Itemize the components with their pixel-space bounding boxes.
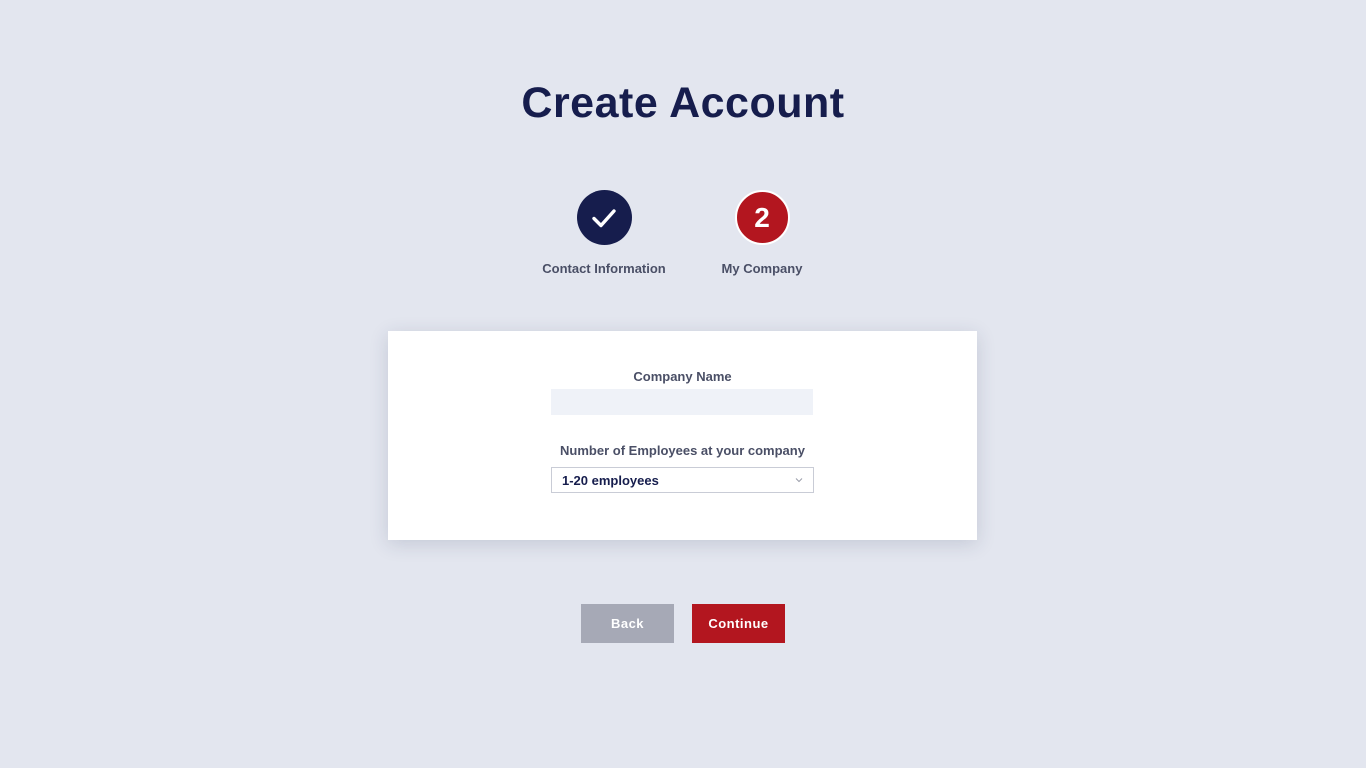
step-label: Contact Information <box>542 261 666 276</box>
step-contact-information[interactable]: Contact Information <box>524 190 684 276</box>
check-icon <box>592 208 616 227</box>
back-button[interactable]: Back <box>581 604 674 643</box>
employees-selected-value: 1-20 employees <box>562 473 659 488</box>
chevron-down-icon <box>795 478 803 483</box>
company-form-card: Company Name Number of Employees at your… <box>388 331 977 540</box>
step-number: 2 <box>754 201 770 233</box>
step-my-company[interactable]: 2 My Company <box>682 190 842 276</box>
page-title: Create Account <box>521 79 845 127</box>
employees-label: Number of Employees at your company <box>560 443 805 458</box>
step-label: My Company <box>721 261 803 276</box>
company-name-label: Company Name <box>633 369 732 384</box>
employees-select[interactable]: 1-20 employees <box>551 467 814 493</box>
company-name-input[interactable] <box>551 389 813 415</box>
progress-stepper: Contact Information 2 My Company <box>0 190 1366 290</box>
step-active-indicator: 2 <box>734 190 790 245</box>
step-completed-indicator <box>576 190 632 245</box>
continue-button[interactable]: Continue <box>692 604 785 643</box>
